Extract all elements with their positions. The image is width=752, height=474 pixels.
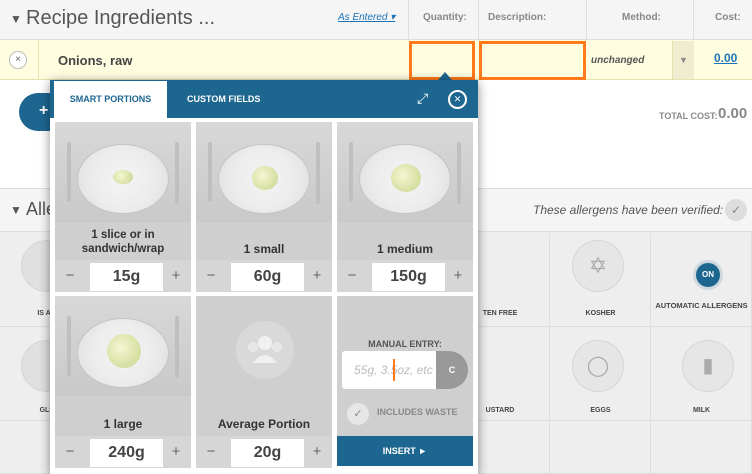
- portion-label: 1 medium: [376, 242, 433, 256]
- page-title: Recipe Ingredients ...: [26, 7, 215, 29]
- method-column-header: Method:: [622, 12, 661, 23]
- plate-image: [196, 122, 332, 222]
- row-divider: [38, 40, 39, 80]
- quantity-column-header: Quantity:: [423, 12, 467, 23]
- column-divider: [408, 0, 409, 40]
- onion-icon: [391, 164, 421, 192]
- portion-stepper: − 60g +: [196, 260, 332, 292]
- close-icon[interactable]: ✕: [448, 90, 467, 109]
- ingredient-name: Onions, raw: [58, 53, 133, 68]
- portion-stepper: − 15g +: [55, 260, 191, 292]
- knife-icon: [457, 142, 461, 204]
- decrement-button[interactable]: −: [196, 260, 226, 292]
- tab-custom-fields[interactable]: CUSTOM FIELDS: [187, 81, 260, 118]
- egg-icon: ◯: [572, 340, 624, 392]
- column-divider: [586, 0, 587, 40]
- tab-smart-portions[interactable]: SMART PORTIONS: [54, 81, 167, 118]
- onion-icon: [107, 334, 141, 368]
- fork-icon: [67, 142, 71, 202]
- increment-button[interactable]: +: [302, 260, 332, 292]
- fork-icon: [208, 142, 212, 202]
- plate-image: [55, 296, 191, 396]
- increment-button[interactable]: +: [302, 436, 332, 468]
- decrement-button[interactable]: −: [337, 260, 367, 292]
- portion-label: Average Portion: [217, 417, 311, 431]
- people-icon: [236, 321, 294, 379]
- allergen-label: EGGS: [590, 407, 611, 414]
- decrement-button[interactable]: −: [55, 260, 85, 292]
- remove-ingredient-button[interactable]: ×: [9, 51, 27, 69]
- verified-check-icon[interactable]: ✓: [725, 199, 747, 221]
- column-divider: [693, 0, 694, 40]
- method-dropdown-icon[interactable]: ▼: [672, 41, 694, 79]
- milk-icon: ▮: [682, 340, 734, 392]
- increment-button[interactable]: +: [161, 436, 191, 468]
- portion-card[interactable]: 1 slice or in sandwich/wrap − 15g +: [55, 122, 191, 292]
- portion-card[interactable]: 1 large − 240g +: [55, 296, 191, 468]
- allergen-tile[interactable]: [550, 421, 651, 474]
- kosher-icon: ✡: [572, 240, 624, 292]
- manual-entry-label: MANUAL ENTRY:: [368, 339, 442, 349]
- portion-value[interactable]: 20g: [231, 439, 304, 467]
- fork-icon: [67, 316, 71, 376]
- plate-image: [55, 122, 191, 222]
- fork-icon: [349, 142, 353, 202]
- column-divider: [478, 0, 479, 40]
- allergen-label: USTARD: [485, 407, 515, 414]
- portion-label: 1 slice or in sandwich/wrap: [81, 229, 165, 255]
- description-field[interactable]: [479, 41, 586, 80]
- text-cursor: [393, 359, 395, 381]
- knife-icon: [175, 316, 179, 378]
- increment-button[interactable]: +: [161, 260, 191, 292]
- decrement-button[interactable]: −: [55, 436, 85, 468]
- portion-value[interactable]: 150g: [372, 263, 445, 291]
- allergens-verified-text: These allergens have been verified:: [533, 203, 724, 217]
- portion-label: 1 large: [103, 417, 143, 431]
- automatic-allergens-toggle[interactable]: ON: [693, 260, 723, 290]
- as-entered-dropdown[interactable]: As Entered ▾: [338, 12, 395, 23]
- portion-stepper: − 150g +: [337, 260, 473, 292]
- portion-value[interactable]: 15g: [90, 263, 163, 291]
- description-column-header: Description:: [488, 12, 547, 23]
- knife-icon: [316, 142, 320, 204]
- plus-icon: +: [39, 102, 49, 119]
- portion-value[interactable]: 60g: [231, 263, 304, 291]
- allergens-caret-icon[interactable]: ▼: [10, 203, 22, 217]
- allergen-label: TEN FREE: [482, 310, 518, 317]
- average-portion-image: [196, 296, 332, 396]
- onion-icon: [252, 166, 278, 190]
- includes-waste-label: INCLUDES WASTE: [377, 407, 458, 417]
- insert-button[interactable]: INSERT ►: [337, 436, 473, 466]
- total-cost-value: 0.00: [718, 105, 748, 122]
- cost-column-header: Cost:: [715, 12, 741, 23]
- expand-icon[interactable]: ⤢: [417, 90, 428, 107]
- cost-value[interactable]: 0.00: [714, 51, 737, 65]
- total-cost-label: TOTAL COST:: [659, 111, 718, 121]
- onion-icon: [113, 170, 133, 184]
- allergen-label: AUTOMATIC ALLERGENS: [655, 301, 748, 310]
- knife-icon: [175, 142, 179, 204]
- portion-stepper: − 240g +: [55, 436, 191, 468]
- method-value: unchanged: [591, 55, 645, 66]
- collapse-caret-icon[interactable]: ▼: [10, 12, 22, 26]
- check-icon[interactable]: ✓: [347, 403, 369, 425]
- portion-stepper: − 20g +: [196, 436, 332, 468]
- decrement-button[interactable]: −: [196, 436, 226, 468]
- portion-card[interactable]: 1 medium − 150g +: [337, 122, 473, 292]
- increment-button[interactable]: +: [443, 260, 473, 292]
- portion-label: 1 small: [243, 242, 285, 256]
- allergen-label: KOSHER: [585, 310, 616, 317]
- portion-value[interactable]: 240g: [90, 439, 163, 467]
- popup-pointer: [438, 72, 452, 80]
- allergen-label: MILK: [692, 407, 711, 414]
- portion-card[interactable]: 1 small − 60g +: [196, 122, 332, 292]
- portion-card[interactable]: Average Portion − 20g +: [196, 296, 332, 468]
- plate-image: [337, 122, 473, 222]
- allergen-tile[interactable]: [651, 421, 752, 474]
